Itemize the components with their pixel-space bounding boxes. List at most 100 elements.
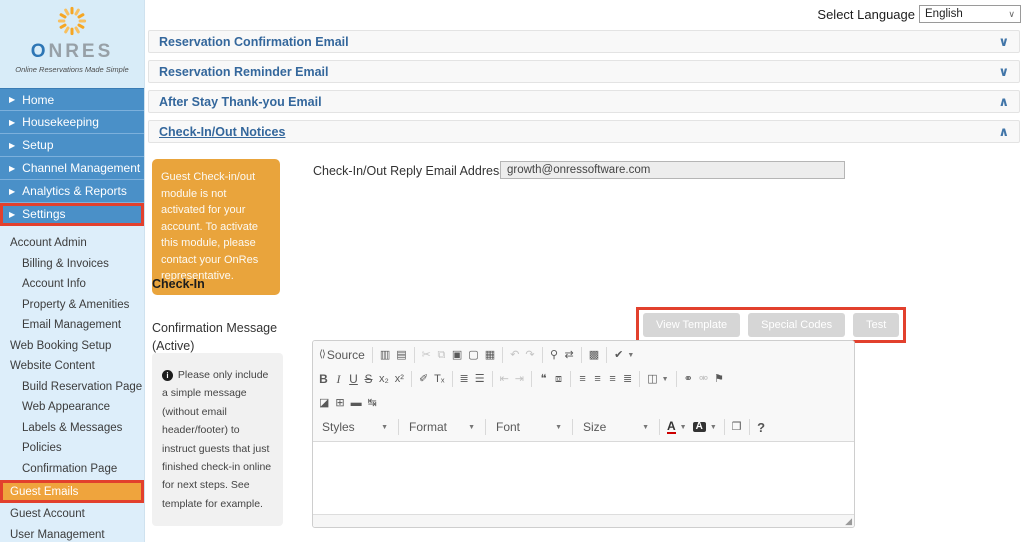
preview-button[interactable]: ▥ xyxy=(377,348,393,363)
toolbar-separator xyxy=(580,347,582,363)
bulleted-list-icon: ☰ xyxy=(474,372,485,385)
sidebar-item-confirmation-page[interactable]: Confirmation Page xyxy=(0,459,144,480)
template-buttons-highlight: View Template Special Codes Test xyxy=(636,307,907,343)
bg-color-button[interactable]: A ▼ xyxy=(690,420,720,434)
source-button[interactable]: ⟨⟩ Source xyxy=(316,346,368,364)
check-in-out-panel: Guest Check-in/out module is not activat… xyxy=(145,150,1024,542)
sidebar-item-property-amenities[interactable]: Property & Amenities xyxy=(0,295,144,316)
find-button[interactable]: ⚲ xyxy=(547,348,562,363)
remove-format-button[interactable]: Tₓ xyxy=(431,372,447,387)
format-button[interactable]: Format ▼ xyxy=(403,418,481,436)
div-container-button[interactable]: ⧈ xyxy=(551,372,566,387)
text-color-button[interactable]: A ▼ xyxy=(664,418,690,436)
italic-button[interactable]: I xyxy=(331,371,346,387)
accordion-label: Reservation Confirmation Email xyxy=(159,34,349,49)
accordion-reservation-reminder-email[interactable]: Reservation Reminder Email ∨ xyxy=(148,60,1020,83)
caret-down-icon: ▼ xyxy=(661,375,669,383)
align-right-button[interactable]: ≡ xyxy=(605,372,620,387)
redo-button: ↷ xyxy=(522,348,537,363)
superscript-icon: x² xyxy=(394,372,404,385)
paste-word-button[interactable]: ▦ xyxy=(482,348,498,363)
sidebar-item-policies[interactable]: Policies xyxy=(0,438,144,459)
chevron-right-icon: ▶ xyxy=(9,117,16,127)
toolbar-separator xyxy=(531,371,533,387)
table-button[interactable]: ⊞ xyxy=(332,396,347,411)
bold-button[interactable]: B xyxy=(316,371,331,387)
editor-footer: ◢ xyxy=(313,514,854,527)
print-button[interactable]: ▤ xyxy=(393,348,409,363)
sidebar-item-settings[interactable]: ▶ Settings xyxy=(0,203,144,226)
special-codes-button[interactable]: Special Codes xyxy=(748,313,846,337)
paste-text-button[interactable]: ▢ xyxy=(465,348,481,363)
anchor-button[interactable]: ⚑ xyxy=(711,372,727,387)
toolbar-separator xyxy=(410,371,412,387)
undo-icon: ↶ xyxy=(510,348,520,361)
styles-button[interactable]: Styles ▼ xyxy=(316,418,394,436)
maximize-button[interactable]: ❒ xyxy=(729,420,745,435)
check-in-heading: Check-In xyxy=(152,277,205,291)
sidebar-item-build-reservation-page[interactable]: Build Reservation Page xyxy=(0,377,144,398)
top-bar: Select Language English ∨ xyxy=(145,0,1024,28)
sidebar-item-labels-messages[interactable]: Labels & Messages xyxy=(0,418,144,439)
strikethrough-button[interactable]: S xyxy=(361,371,376,387)
language-button[interactable]: ◫ ▼ xyxy=(644,372,671,387)
toolbar-separator xyxy=(675,371,677,387)
link-button[interactable]: ⚭ xyxy=(681,372,696,387)
sidebar-item-email-management[interactable]: Email Management xyxy=(0,315,144,336)
chevron-right-icon: ▶ xyxy=(9,209,16,219)
bg-color-icon: A xyxy=(692,422,706,432)
sidebar-item-account-admin[interactable]: Account Admin xyxy=(0,233,144,254)
language-select[interactable]: English ∨ xyxy=(919,5,1021,23)
accordion-reservation-confirmation-email[interactable]: Reservation Confirmation Email ∨ xyxy=(148,30,1020,53)
text-color-icon: A xyxy=(667,419,676,434)
about-button[interactable]: ? xyxy=(754,419,769,436)
align-center-button[interactable]: ≡ xyxy=(590,372,605,387)
sidebar-item-home[interactable]: ▶ Home xyxy=(0,88,144,111)
editor-body[interactable] xyxy=(313,442,854,514)
replace-button[interactable]: ⇄ xyxy=(562,348,577,363)
sidebar-item-housekeeping[interactable]: ▶ Housekeeping xyxy=(0,111,144,134)
cut-icon: ✂ xyxy=(421,348,431,361)
size-button[interactable]: Size ▼ xyxy=(577,418,655,436)
sidebar-item-web-appearance[interactable]: Web Appearance xyxy=(0,397,144,418)
view-template-button[interactable]: View Template xyxy=(643,313,741,337)
sidebar-item-analytics-reports[interactable]: ▶ Analytics & Reports xyxy=(0,180,144,203)
horizontal-rule-button[interactable]: ▬ xyxy=(348,396,365,411)
confirmation-message-label: Confirmation Message (Active) xyxy=(152,321,278,353)
test-button[interactable]: Test xyxy=(853,313,900,337)
sidebar-item-web-booking-setup[interactable]: Web Booking Setup xyxy=(0,336,144,357)
blockquote-icon: ❝ xyxy=(540,372,547,385)
accordion-after-stay-thank-you-email[interactable]: After Stay Thank-you Email ∧ xyxy=(148,90,1020,113)
copy-formatting-button[interactable]: ✐ xyxy=(416,372,431,387)
image-button[interactable]: ◪ xyxy=(316,396,332,411)
sidebar-item-guest-emails[interactable]: Guest Emails xyxy=(0,480,144,503)
superscript-button[interactable]: x² xyxy=(392,372,407,387)
sidebar-item-user-management[interactable]: User Management xyxy=(0,525,144,542)
paste-button[interactable]: ▣ xyxy=(449,348,465,363)
sidebar-item-label: Channel Management xyxy=(22,161,141,175)
justify-button[interactable]: ≣ xyxy=(620,372,635,387)
spell-check-button[interactable]: ✔ ▼ xyxy=(611,348,637,363)
toolbar-separator xyxy=(491,371,493,387)
subscript-button[interactable]: x₂ xyxy=(376,372,392,387)
sidebar-item-guest-account[interactable]: Guest Account xyxy=(0,504,144,525)
select-all-button[interactable]: ▩ xyxy=(586,348,602,363)
bulleted-list-button[interactable]: ☰ xyxy=(472,372,488,387)
sidebar-item-website-content[interactable]: Website Content xyxy=(0,356,144,377)
sidebar-item-account-info[interactable]: Account Info xyxy=(0,274,144,295)
sidebar-item-label: Housekeeping xyxy=(22,115,99,129)
chevron-right-icon: ▶ xyxy=(9,163,16,173)
underline-button[interactable]: U xyxy=(346,371,361,387)
font-button[interactable]: Font ▼ xyxy=(490,418,568,436)
page-break-button[interactable]: ↹ xyxy=(365,396,380,411)
chevron-up-icon: ∧ xyxy=(998,124,1009,139)
resize-grip[interactable]: ◢ xyxy=(845,516,852,527)
blockquote-button[interactable]: ❝ xyxy=(536,372,551,387)
sidebar-item-billing-invoices[interactable]: Billing & Invoices xyxy=(0,254,144,275)
accordion-check-in-out-notices[interactable]: Check-In/Out Notices ∧ xyxy=(148,120,1020,143)
numbered-list-button[interactable]: ≣ xyxy=(457,372,472,387)
align-left-button[interactable]: ≡ xyxy=(575,372,590,387)
sidebar-item-channel-management[interactable]: ▶ Channel Management xyxy=(0,157,144,180)
reply-email-input[interactable] xyxy=(500,161,845,179)
sidebar-item-setup[interactable]: ▶ Setup xyxy=(0,134,144,157)
